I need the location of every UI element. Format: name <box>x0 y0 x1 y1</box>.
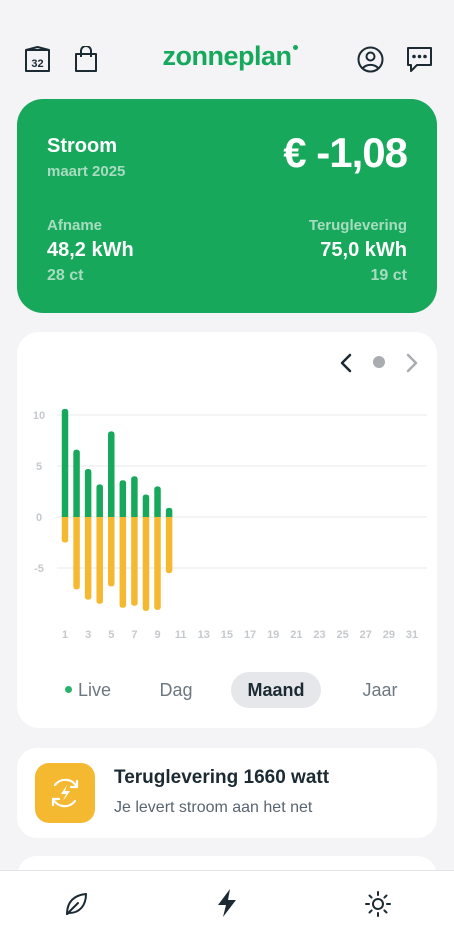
x-tick-label: 21 <box>290 629 302 641</box>
x-tick-label: 31 <box>406 629 418 641</box>
bar-afname <box>165 507 173 517</box>
tab-live[interactable]: Live <box>53 672 123 708</box>
x-tick-label: 29 <box>383 629 395 641</box>
x-tick-label: 25 <box>336 629 348 641</box>
chevron-right-icon[interactable] <box>404 352 420 374</box>
tab-dag[interactable]: Dag <box>146 672 206 708</box>
bar-teruglevering <box>165 517 173 574</box>
x-tick-label: 19 <box>267 629 279 641</box>
page-indicator-dot <box>373 356 385 368</box>
bar-teruglevering <box>108 517 115 587</box>
sun-icon[interactable] <box>364 890 392 918</box>
tab-maand[interactable]: Maand <box>231 672 321 708</box>
app-logo: zonneplan <box>0 41 454 72</box>
bar-afname <box>119 480 127 517</box>
status-title: Teruglevering 1660 watt <box>114 767 330 788</box>
status-subtitle: Je levert stroom aan het net <box>114 799 313 816</box>
period-tabs: Live Dag Maand Jaar <box>17 672 437 710</box>
bar-afname <box>154 486 161 517</box>
summary-period: maart 2025 <box>47 163 126 180</box>
y-tick-label: 0 <box>36 512 42 524</box>
summary-amount: € -1,08 <box>283 129 408 176</box>
x-tick-label: 11 <box>175 629 187 641</box>
summary-title: Stroom <box>47 135 117 157</box>
bar-afname <box>84 469 92 517</box>
bar-afname <box>96 484 103 517</box>
afname-label: Afname <box>47 217 103 234</box>
chart-card: 10 5 0 -5 1 3 5 7 9 11 13 15 17 19 21 23 25 27 29 31 Live D… <box>17 332 437 728</box>
teruglevering-price: 19 ct <box>370 267 407 284</box>
bar-teruglevering <box>73 517 80 590</box>
monthly-usage-chart[interactable]: 1050-51 3 5 7 9 11 13 15 17 19 21 23 25 27 29 31 <box>17 392 437 652</box>
y-tick-label: 10 <box>33 410 45 422</box>
teruglevering-status-card[interactable]: Teruglevering 1660 watt Je levert stroom… <box>17 748 437 838</box>
bar-teruglevering <box>142 517 150 611</box>
x-tick-label: 5 <box>108 629 114 641</box>
x-tick-label: 9 <box>154 629 160 641</box>
afname-price: 28 ct <box>47 267 84 284</box>
bar-teruglevering <box>61 517 69 543</box>
bar-teruglevering <box>119 517 127 608</box>
x-tick-label: 13 <box>198 629 210 641</box>
bar-teruglevering <box>131 517 138 606</box>
top-bar: 32 zonneplan <box>0 0 454 95</box>
x-tick-label: 17 <box>244 629 256 641</box>
live-dot-icon <box>64 685 72 693</box>
x-tick-label: 27 <box>360 629 372 641</box>
teruglevering-label: Teruglevering <box>308 217 407 234</box>
account-icon[interactable] <box>357 46 384 73</box>
chat-icon[interactable] <box>405 46 434 73</box>
x-tick-label: 15 <box>221 629 233 641</box>
afname-value: 48,2 kWh <box>47 239 134 261</box>
bar-teruglevering <box>154 517 161 610</box>
bar-teruglevering <box>84 517 92 600</box>
teruglevering-value: 75,0 kWh <box>320 239 407 261</box>
y-tick-label: 5 <box>36 461 42 473</box>
lightning-icon[interactable] <box>214 888 240 918</box>
bar-afname <box>61 408 69 517</box>
x-tick-label: 7 <box>131 629 137 641</box>
y-tick-label: -5 <box>34 563 44 575</box>
x-tick-label: 23 <box>313 629 325 641</box>
bar-afname <box>108 431 115 517</box>
energy-summary-card[interactable]: Stroom maart 2025 € -1,08 Afname 48,2 kW… <box>17 99 437 313</box>
chevron-left-icon[interactable] <box>338 352 354 374</box>
bottom-navigation <box>0 870 454 950</box>
energy-flow-icon <box>35 763 95 823</box>
leaf-icon[interactable] <box>63 891 89 917</box>
bar-teruglevering <box>96 517 103 604</box>
tab-jaar[interactable]: Jaar <box>347 672 413 708</box>
bar-afname <box>73 449 80 517</box>
bar-afname <box>142 494 150 517</box>
bar-afname <box>131 476 138 517</box>
x-tick-label: 1 <box>62 629 68 641</box>
x-tick-label: 3 <box>85 629 91 641</box>
